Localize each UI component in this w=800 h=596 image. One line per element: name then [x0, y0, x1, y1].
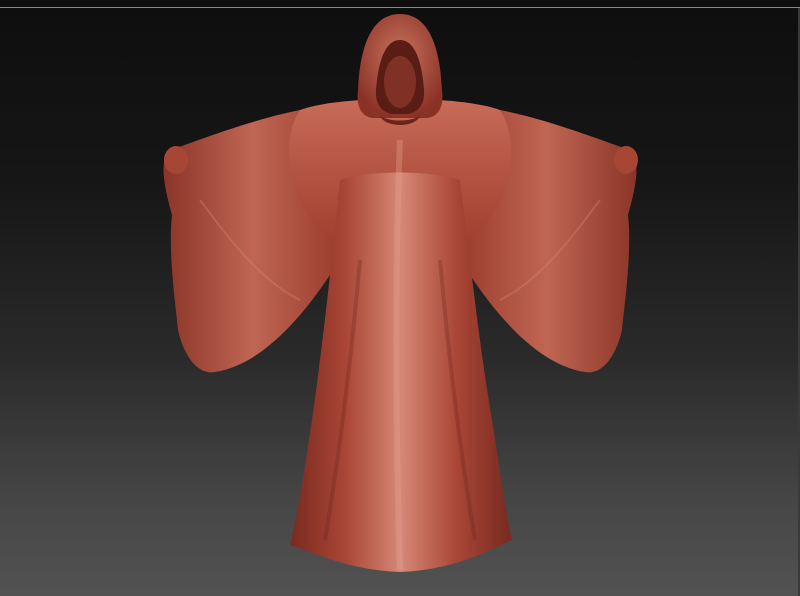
robe-model[interactable]: [0, 0, 800, 596]
right-cuff: [614, 146, 638, 174]
3d-viewport[interactable]: [0, 0, 800, 596]
left-cuff: [164, 146, 188, 174]
